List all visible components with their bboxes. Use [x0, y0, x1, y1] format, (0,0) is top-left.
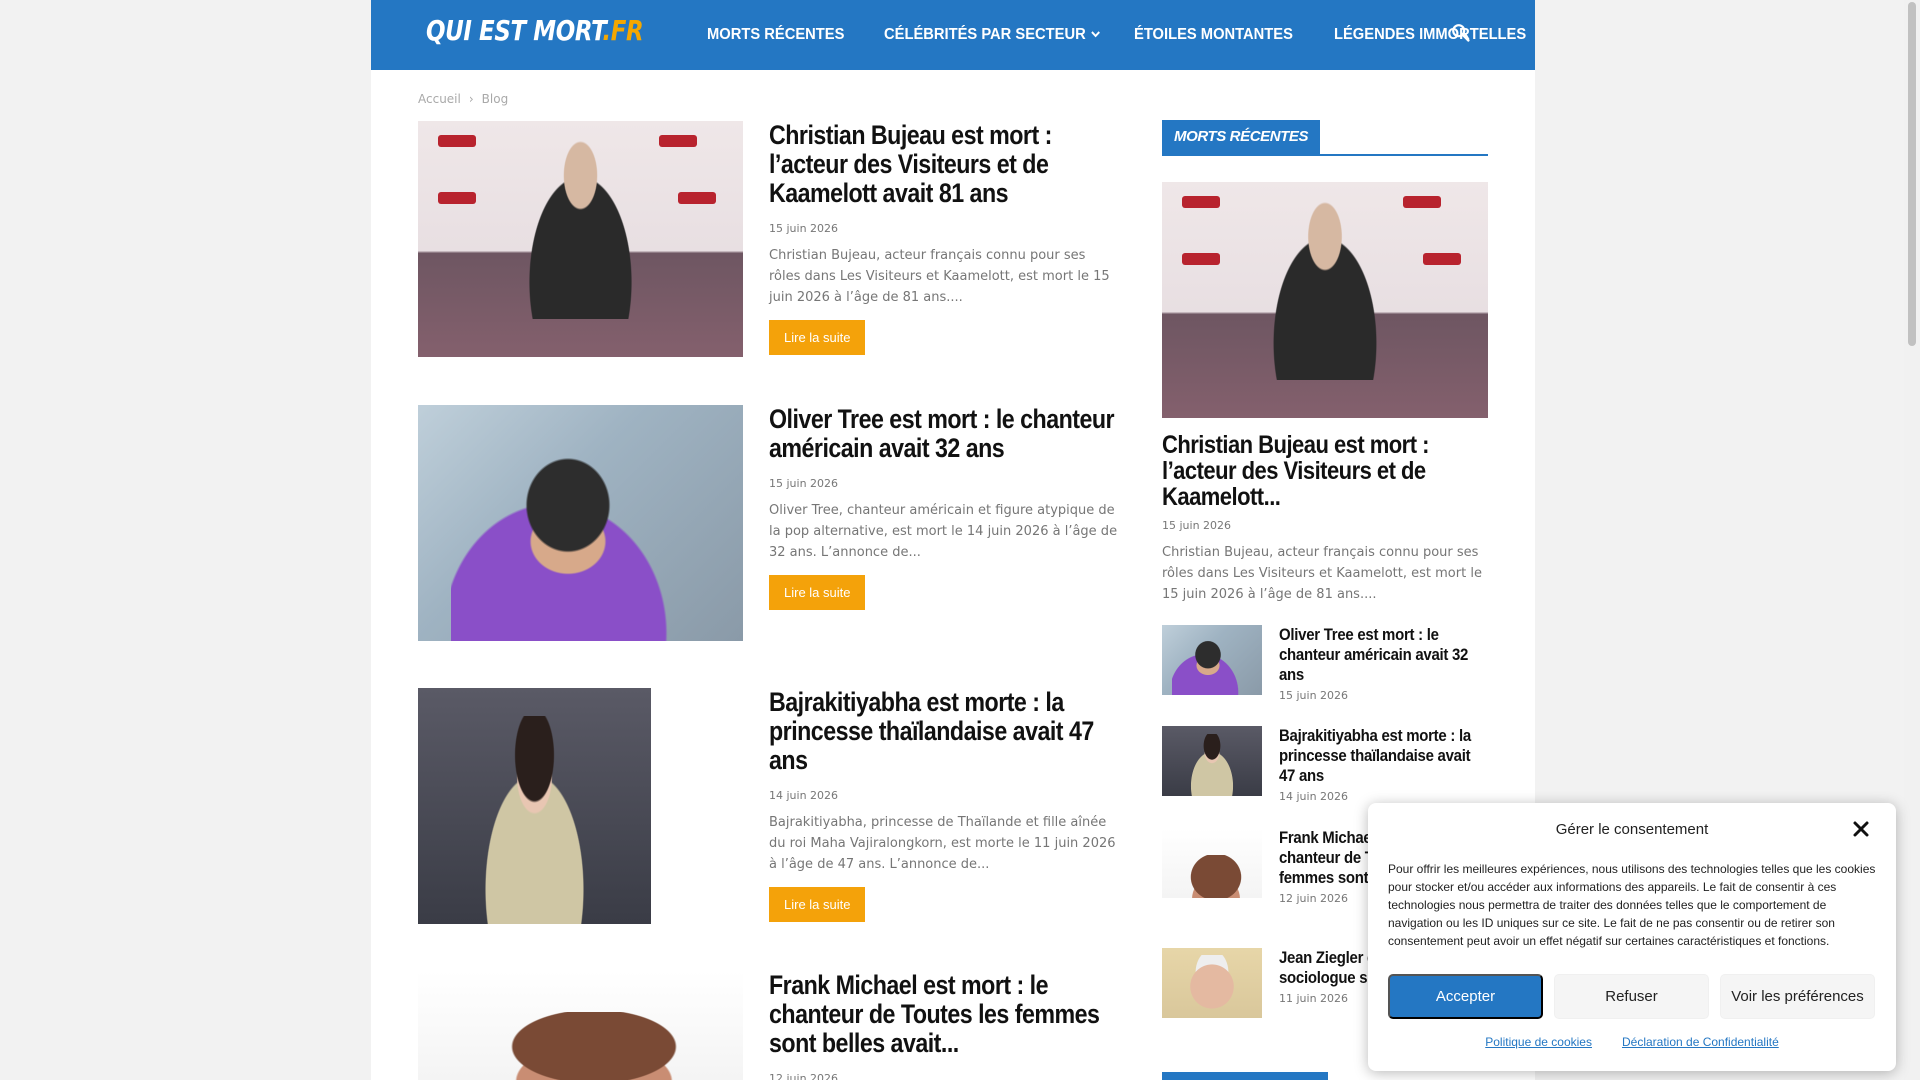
- sidebar-thumbnail[interactable]: [1162, 726, 1262, 796]
- breadcrumb-separator: ›: [468, 92, 474, 106]
- consent-links: Politique de cookies Déclaration de Conf…: [1368, 1035, 1896, 1049]
- nav-label: ÉTOILES MONTANTES: [1133, 26, 1293, 43]
- breadcrumb-current: Blog: [481, 92, 509, 106]
- post-excerpt: Christian Bujeau, acteur français connu …: [769, 248, 1110, 305]
- post-date: 14 juin 2026: [769, 789, 839, 802]
- post-title[interactable]: Oliver Tree est mort : le chanteur améri…: [769, 405, 1122, 463]
- top-navbar: QUI EST MORT.FR MORTS RÉCENTES CÉLÉBRITÉ…: [371, 0, 1535, 70]
- post-thumbnail[interactable]: [418, 688, 651, 924]
- sidebar-thumbnail[interactable]: [1162, 828, 1262, 898]
- post-thumbnail[interactable]: [418, 121, 743, 357]
- consent-title: Gérer le consentement: [1555, 821, 1709, 838]
- cookie-policy-link[interactable]: Politique de cookies: [1485, 1035, 1592, 1049]
- preferences-button[interactable]: Voir les préférences: [1720, 974, 1875, 1019]
- post-thumbnail[interactable]: [418, 405, 743, 641]
- widget-title: MORTS RÉCENTES: [1162, 120, 1321, 154]
- sidebar-item-title[interactable]: Oliver Tree est mort : le chanteur améri…: [1279, 625, 1490, 685]
- nav-item-celebrites-par-secteur[interactable]: CÉLÉBRITÉS PAR SECTEUR: [884, 26, 1101, 44]
- sidebar-item-date: 14 juin 2026: [1279, 790, 1349, 803]
- post-item: Frank Michael est mort : le chanteur de …: [418, 971, 1118, 1080]
- site-logo[interactable]: QUI EST MORT.FR: [426, 14, 644, 47]
- nav-label: MORTS RÉCENTES: [707, 26, 845, 43]
- nav-item-morts-recentes[interactable]: MORTS RÉCENTES: [707, 26, 844, 44]
- featured-date: 15 juin 2026: [1162, 519, 1232, 532]
- nav-item-etoiles-montantes[interactable]: ÉTOILES MONTANTES: [1134, 26, 1293, 44]
- close-icon[interactable]: [1852, 820, 1874, 842]
- read-more-button[interactable]: Lire la suite: [769, 320, 866, 355]
- post-title[interactable]: Christian Bujeau est mort : l’acteur des…: [769, 121, 1122, 208]
- nav-item-legendes-immortelles[interactable]: LÉGENDES IMMORTELLES: [1334, 26, 1526, 44]
- breadcrumb-home[interactable]: Accueil: [418, 92, 461, 106]
- sidebar-thumbnail[interactable]: [1162, 948, 1262, 1018]
- post-item: Bajrakitiyabha est morte : la princesse …: [418, 688, 1118, 924]
- post-title[interactable]: Frank Michael est mort : le chanteur de …: [769, 971, 1118, 1058]
- post-date: 15 juin 2026: [769, 477, 839, 490]
- search-icon[interactable]: [1450, 22, 1476, 48]
- refuse-button[interactable]: Refuser: [1554, 974, 1709, 1019]
- sidebar-list-item: Oliver Tree est mort : le chanteur améri…: [1162, 625, 1490, 702]
- read-more-button[interactable]: Lire la suite: [769, 575, 866, 610]
- post-item: Christian Bujeau est mort : l’acteur des…: [418, 121, 1118, 357]
- featured-excerpt: Christian Bujeau, acteur français connu …: [1162, 545, 1482, 602]
- privacy-statement-link[interactable]: Déclaration de Confidentialité: [1622, 1035, 1779, 1049]
- page-scrollbar[interactable]: [1904, 0, 1920, 1080]
- sidebar-item-date: 15 juin 2026: [1279, 689, 1349, 702]
- sidebar-thumbnail[interactable]: [1162, 625, 1262, 695]
- breadcrumb: Accueil › Blog: [418, 92, 508, 106]
- nav-label: LÉGENDES IMMORTELLES: [1334, 26, 1527, 43]
- sidebar: MORTS RÉCENTES Christian Bujeau est mort…: [1162, 120, 1488, 605]
- post-date: 15 juin 2026: [769, 222, 839, 235]
- widget-header: MORTS RÉCENTES: [1162, 120, 1488, 156]
- widget-header-next: [1162, 1072, 1328, 1080]
- post-item: Oliver Tree est mort : le chanteur améri…: [418, 405, 1118, 641]
- post-thumbnail[interactable]: [418, 971, 743, 1080]
- post-excerpt: Oliver Tree, chanteur américain et figur…: [769, 503, 1118, 560]
- sidebar-list-item: Bajrakitiyabha est morte : la princesse …: [1162, 726, 1490, 803]
- main-menu: MORTS RÉCENTES CÉLÉBRITÉS PAR SECTEUR ÉT…: [707, 0, 1571, 70]
- post-title[interactable]: Bajrakitiyabha est morte : la princesse …: [769, 688, 1122, 775]
- post-date: 12 juin 2026: [769, 1072, 839, 1080]
- cookie-consent-dialog: Gérer le consentement Pour offrir les me…: [1368, 803, 1896, 1071]
- consent-text: Pour offrir les meilleures expériences, …: [1388, 862, 1876, 948]
- nav-label: CÉLÉBRITÉS PAR SECTEUR: [884, 26, 1087, 43]
- featured-thumbnail[interactable]: [1162, 182, 1488, 418]
- featured-title[interactable]: Christian Bujeau est mort : l’acteur des…: [1162, 432, 1488, 510]
- read-more-button[interactable]: Lire la suite: [769, 887, 866, 922]
- accept-button[interactable]: Accepter: [1388, 974, 1543, 1019]
- sidebar-item-title[interactable]: Bajrakitiyabha est morte : la princesse …: [1279, 726, 1490, 786]
- chevron-down-icon: [1091, 30, 1101, 41]
- scrollbar-thumb[interactable]: [1908, 2, 1916, 346]
- post-excerpt: Bajrakitiyabha, princesse de Thaïlande e…: [769, 815, 1116, 872]
